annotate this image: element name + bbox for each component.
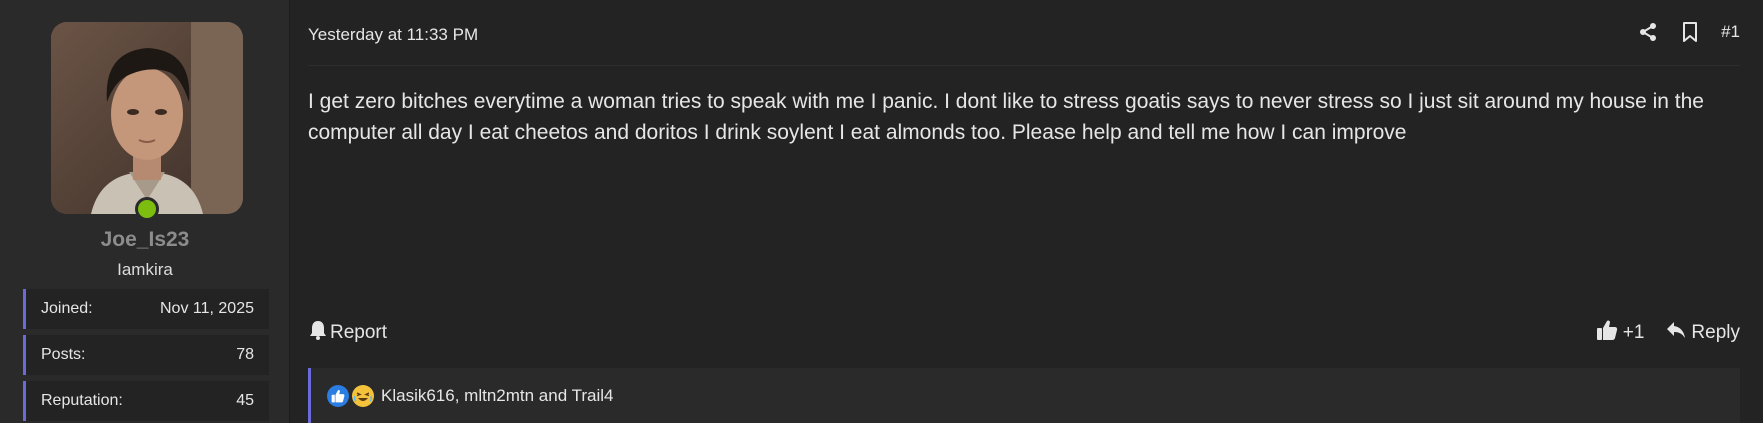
post-header: Yesterday at 11:33 PM #1 <box>308 0 1740 66</box>
reaction-users-link[interactable]: Klasik616, mltn2mtn and Trail4 <box>381 386 613 406</box>
forum-post: Joe_Is23 Iamkira Joined: Nov 11, 2025 Po… <box>0 0 1763 423</box>
stat-value: Nov 11, 2025 <box>160 300 254 317</box>
stat-row-posts: Posts: 78 <box>23 335 269 375</box>
reactions-bar[interactable]: Klasik616, mltn2mtn and Trail4 <box>308 368 1740 423</box>
like-button[interactable]: +1 <box>1596 319 1645 347</box>
avatar[interactable] <box>51 22 243 214</box>
stat-value: 78 <box>236 346 254 363</box>
post-body: I get zero bitches everytime a woman tri… <box>308 90 1704 144</box>
stat-label: Joined: <box>41 300 93 317</box>
avatar-container[interactable] <box>51 22 243 221</box>
post-content: Yesterday at 11:33 PM #1 I get zero bitc… <box>291 0 1763 423</box>
share-icon[interactable] <box>1637 21 1659 43</box>
laugh-reaction-icon <box>352 384 374 407</box>
stat-label: Reputation: <box>41 392 123 409</box>
post-actions: +1 Reply <box>1596 319 1740 347</box>
bell-icon <box>309 320 327 346</box>
post-date[interactable]: Yesterday at 11:33 PM <box>308 25 478 45</box>
bookmark-icon[interactable] <box>1679 21 1701 43</box>
thumbs-up-icon <box>1596 319 1618 347</box>
post-number-link[interactable]: #1 <box>1721 22 1740 42</box>
username[interactable]: Joe_Is23 <box>0 228 290 252</box>
like-reaction-icon <box>327 384 349 407</box>
online-status-indicator <box>135 197 159 221</box>
reply-label: Reply <box>1691 322 1740 343</box>
like-label: +1 <box>1622 322 1645 343</box>
stat-value: 45 <box>236 392 254 409</box>
stat-row-reputation: Reputation: 45 <box>23 381 269 421</box>
report-button[interactable]: Report <box>309 320 387 346</box>
stat-row-joined: Joined: Nov 11, 2025 <box>23 289 269 329</box>
user-title: Iamkira <box>117 260 173 279</box>
stat-label: Posts: <box>41 346 86 363</box>
reply-icon <box>1666 321 1686 345</box>
user-sidebar: Joe_Is23 Iamkira Joined: Nov 11, 2025 Po… <box>0 0 290 423</box>
report-label: Report <box>330 322 388 343</box>
reply-button[interactable]: Reply <box>1666 321 1740 345</box>
header-actions: #1 <box>1637 21 1740 43</box>
